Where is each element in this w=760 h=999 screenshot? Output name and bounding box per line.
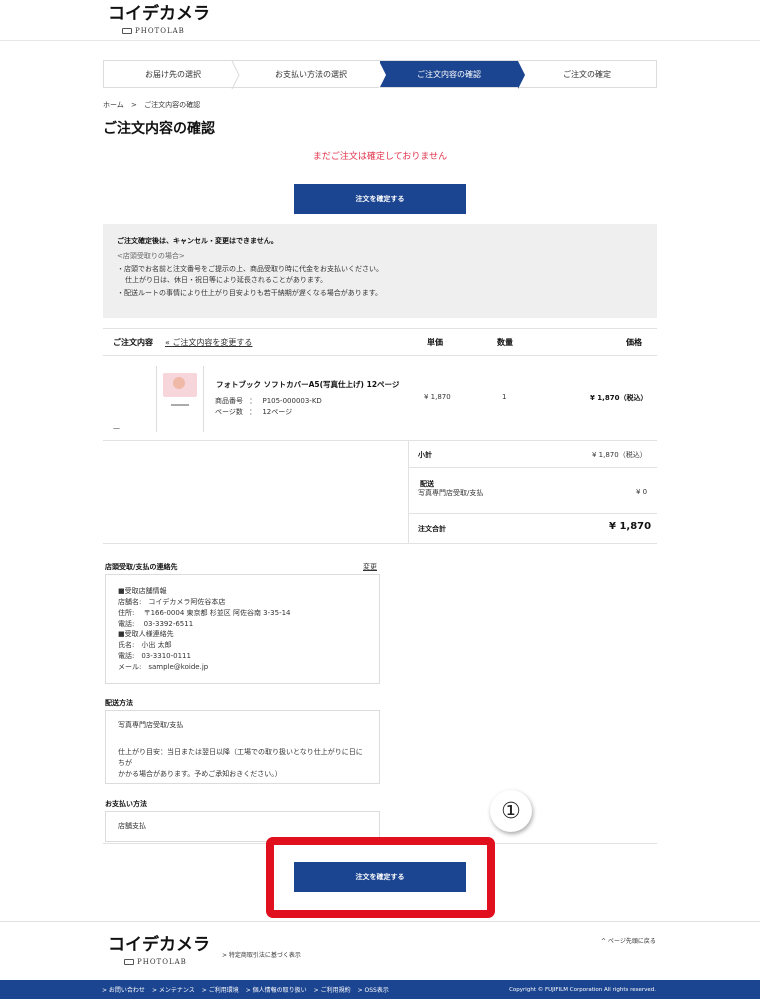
pickup-line: 住所: 〒166-0004 東京都 杉並区 阿佐谷南 3-35-14 <box>118 608 291 617</box>
table-top-border <box>103 328 657 329</box>
delivery-note: かかる場合があります。予めご承知おきください。） <box>118 769 282 778</box>
site-logo[interactable]: コイデカメラ PHOTOLAB <box>108 4 210 36</box>
item-price: ¥ 1,870（税込） <box>590 394 648 402</box>
step-arrow-icon <box>518 61 525 89</box>
pickup-line: メール: sample@koide.jp <box>118 662 209 671</box>
step-label: お届け先の選択 <box>145 69 201 79</box>
pickup-line: 電話: 03-3310-0111 <box>118 652 191 661</box>
step-label: ご注文の確定 <box>563 69 611 79</box>
confirm-order-button[interactable]: 注文を確定する <box>294 862 466 892</box>
footer-logo-subtitle: PHOTOLAB <box>137 958 187 966</box>
product-pages: 12ページ <box>262 408 293 416</box>
shipping-method: 写真専門店受取/支払 <box>418 489 484 497</box>
product-code-row: 商品番号 ： P105-000003-KD <box>215 396 322 406</box>
table-row-border <box>103 440 657 441</box>
step-notch <box>379 61 386 89</box>
product-name: フォトブック ソフトカバーA5(写真仕上げ) 12ページ <box>216 380 400 389</box>
footer-links: > お問い合わせ > メンテナンス > ご利用環境 > 個人情報の取り扱い > … <box>102 985 389 994</box>
pickup-line: ■受取店舗情報 <box>118 587 167 595</box>
footer-link-terms[interactable]: > ご利用規約 <box>314 985 351 994</box>
notice-heading: ご注文確定後は、キャンセル・変更はできません。 <box>117 237 278 245</box>
law-link[interactable]: > 特定商取引法に基づく表示 <box>222 950 301 959</box>
breadcrumb-separator: > <box>131 101 137 109</box>
breadcrumb: ホーム > ご注文内容の確認 <box>103 100 200 110</box>
photobook-cover-image <box>163 373 197 397</box>
footer-bar: > お問い合わせ > メンテナンス > ご利用環境 > 個人情報の取り扱い > … <box>0 980 760 999</box>
subtotal-label: 小計 <box>418 451 432 459</box>
product-pages-label: ページ数 <box>215 408 243 416</box>
pickup-line: 氏名: 小出 太郎 <box>118 641 172 650</box>
product-pages-sep: ： <box>249 408 257 416</box>
product-code-sep: ： <box>249 397 257 405</box>
table-header-border <box>103 355 657 356</box>
logo-text: コイデカメラ <box>108 4 210 24</box>
summary-bottom-border <box>103 543 657 544</box>
pickup-line: ■受取人様連絡先 <box>118 630 174 639</box>
step-complete: ご注文の確定 <box>518 61 656 87</box>
back-to-top-link[interactable]: ^ ページ先頭に戻る <box>601 936 656 945</box>
summary-divider <box>408 440 409 544</box>
total-label: 注文合計 <box>418 525 446 533</box>
chevron-right-icon <box>231 61 240 89</box>
pickup-line: 電話: 03-3392-6511 <box>118 619 194 628</box>
notice-group: <店頭受取りの場合> <box>117 251 185 260</box>
notice-item: ・配送ルートの事情により仕上がり目安よりも若干納期が遅くなる場合があります。 <box>117 289 383 298</box>
payment-title: お支払い方法 <box>105 800 147 808</box>
quantity: 1 <box>502 393 507 401</box>
subtotal-value: ¥ 1,870（税込） <box>592 451 647 459</box>
step-number-badge: ① <box>490 790 532 832</box>
delivery-info-box: 写真専門店受取/支払 仕上がり目安：当日または翌日以降（工場での取り扱いとなり仕… <box>105 710 380 784</box>
logo-subtitle: PHOTOLAB <box>135 27 185 35</box>
pickup-info-box: ■受取店舗情報 店舗名: コイデカメラ阿佐谷本店 住所: 〒166-0004 東… <box>105 574 380 684</box>
page-title: ご注文内容の確認 <box>103 121 215 137</box>
shipping-value: ¥ 0 <box>636 488 648 496</box>
delivery-title: 配送方法 <box>105 699 133 707</box>
product-thumbnail <box>156 366 204 432</box>
footer-link-contact[interactable]: > お問い合わせ <box>102 985 145 994</box>
unit-price: ¥ 1,870 <box>424 393 451 401</box>
footer-logo[interactable]: コイデカメラ PHOTOLAB <box>108 935 210 967</box>
footer-link-maintenance[interactable]: > メンテナンス <box>152 985 195 994</box>
col-header-price: 価格 <box>626 338 642 347</box>
product-pages-row: ページ数 ： 12ページ <box>215 407 292 417</box>
step-label: お支払い方法の選択 <box>275 69 347 79</box>
product-code: P105-000003-KD <box>262 397 322 405</box>
copyright: Copyright © FUJIFILM Corporation All rig… <box>509 986 656 993</box>
notice-box: ご注文確定後は、キャンセル・変更はできません。 <店頭受取りの場合> ・店頭でお… <box>103 224 657 318</box>
payment-method: 店舗支払 <box>118 822 146 830</box>
summary-row-border <box>408 467 657 468</box>
thumb-dash: — <box>113 424 120 432</box>
step-confirm: ご注文内容の確認 <box>379 61 525 89</box>
change-order-link[interactable]: « ご注文内容を変更する <box>165 337 252 348</box>
header-divider <box>0 40 760 41</box>
footer-link-privacy[interactable]: > 個人情報の取り扱い <box>246 985 307 994</box>
footer-link-oss[interactable]: > OSS表示 <box>358 985 389 994</box>
confirm-order-button-top[interactable]: 注文を確定する <box>294 184 466 214</box>
checkout-steps: お届け先の選択 お支払い方法の選択 ご注文内容の確認 ご注文の確定 <box>103 60 657 89</box>
notice-item-cont: 仕上がり日は、休日・祝日等により延長されることがあります。 <box>125 275 328 284</box>
product-code-label: 商品番号 <box>215 397 243 405</box>
col-header-qty: 数量 <box>497 338 513 347</box>
breadcrumb-home[interactable]: ホーム <box>103 101 124 109</box>
delivery-note: 仕上がり目安：当日または翌日以降（工場での取り扱いとなり仕上がりに日にちが <box>118 747 363 767</box>
warning-message: まだご注文は確定しておりません <box>312 152 448 162</box>
breadcrumb-current: ご注文内容の確認 <box>144 101 201 109</box>
pickup-change-link[interactable]: 変更 <box>363 562 377 572</box>
col-header-unit-price: 単価 <box>427 338 443 347</box>
col-header-content: ご注文内容 <box>113 338 153 347</box>
notice-item: ・店頭でお名前と注文番号をご提示の上、商品受取り時に代金をお支払いください。 <box>117 264 383 273</box>
step-label: ご注文内容の確認 <box>417 69 481 79</box>
footer-logo-text: コイデカメラ <box>108 935 210 955</box>
camera-icon <box>122 28 132 34</box>
footer-divider <box>0 921 760 922</box>
step-payment: お支払い方法の選択 <box>242 61 380 87</box>
step-delivery: お届け先の選択 <box>104 61 242 89</box>
summary-row-border <box>408 513 657 514</box>
camera-icon <box>124 959 134 965</box>
delivery-method: 写真専門店受取/支払 <box>118 721 184 729</box>
pickup-line: 店舗名: コイデカメラ阿佐谷本店 <box>118 597 226 606</box>
pickup-title: 店頭受取/支払の連絡先 <box>105 563 178 571</box>
total-value: ¥ 1,870 <box>609 521 652 532</box>
footer-link-environment[interactable]: > ご利用環境 <box>202 985 239 994</box>
